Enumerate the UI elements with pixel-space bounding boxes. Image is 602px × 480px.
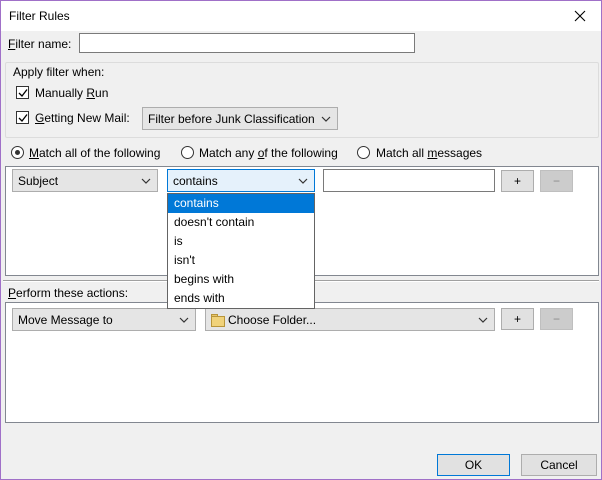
perform-actions-label: Perform these actions: bbox=[8, 286, 129, 300]
operator-option[interactable]: begins with bbox=[168, 270, 314, 289]
rule-field-value: Subject bbox=[18, 173, 59, 188]
filter-timing-value: Filter before Junk Classification bbox=[148, 111, 315, 126]
window-title: Filter Rules bbox=[9, 9, 70, 23]
folder-select[interactable]: Choose Folder... bbox=[205, 308, 495, 331]
match-any-label[interactable]: Match any of the following bbox=[199, 146, 338, 160]
operator-option[interactable]: isn't bbox=[168, 251, 314, 270]
remove-rule-button[interactable]: − bbox=[540, 170, 573, 192]
folder-select-value: Choose Folder... bbox=[228, 312, 317, 327]
checkmark-icon bbox=[18, 89, 28, 97]
getting-new-mail-label[interactable]: Getting New Mail: bbox=[35, 111, 130, 125]
action-type-select[interactable]: Move Message to bbox=[12, 308, 196, 331]
remove-action-button[interactable]: − bbox=[540, 308, 573, 330]
apply-filter-legend: Apply filter when: bbox=[13, 65, 105, 79]
filter-name-input[interactable] bbox=[79, 33, 415, 53]
manually-run-label[interactable]: Manually Run bbox=[35, 86, 108, 100]
add-action-button[interactable]: + bbox=[501, 308, 534, 330]
operator-dropdown-list: contains doesn't contain is isn't begins… bbox=[167, 193, 315, 309]
match-all-label[interactable]: Match all of the following bbox=[29, 146, 160, 160]
operator-option[interactable]: doesn't contain bbox=[168, 213, 314, 232]
operator-option[interactable]: ends with bbox=[168, 289, 314, 308]
operator-option[interactable]: contains bbox=[168, 194, 314, 213]
filter-rules-dialog: Filter Rules Filter name: Apply filter w… bbox=[0, 0, 602, 480]
chevron-down-icon bbox=[179, 317, 189, 323]
folder-icon bbox=[211, 314, 225, 327]
operator-option[interactable]: is bbox=[168, 232, 314, 251]
close-icon bbox=[574, 10, 586, 22]
rule-operator-select[interactable]: contains bbox=[167, 169, 315, 192]
ok-button[interactable]: OK bbox=[437, 454, 510, 476]
match-all-radio[interactable] bbox=[11, 146, 24, 159]
match-all-messages-label[interactable]: Match all messages bbox=[376, 146, 482, 160]
chevron-down-icon bbox=[478, 317, 488, 323]
action-type-value: Move Message to bbox=[18, 312, 113, 327]
add-rule-button[interactable]: + bbox=[501, 170, 534, 192]
chevron-down-icon bbox=[321, 116, 331, 122]
rule-value-input[interactable] bbox=[323, 169, 495, 192]
rule-operator-value: contains bbox=[173, 173, 218, 188]
checkmark-icon bbox=[18, 114, 28, 122]
manually-run-checkbox[interactable] bbox=[16, 86, 29, 99]
title-bar: Filter Rules bbox=[1, 1, 601, 31]
cancel-button[interactable]: Cancel bbox=[521, 454, 597, 476]
close-button[interactable] bbox=[565, 3, 595, 29]
chevron-down-icon bbox=[141, 178, 151, 184]
match-any-radio[interactable] bbox=[181, 146, 194, 159]
getting-new-mail-checkbox[interactable] bbox=[16, 111, 29, 124]
filter-name-label: Filter name: bbox=[8, 37, 72, 51]
rule-field-select[interactable]: Subject bbox=[12, 169, 158, 192]
chevron-down-icon bbox=[298, 178, 308, 184]
filter-timing-select[interactable]: Filter before Junk Classification bbox=[142, 107, 338, 130]
match-all-messages-radio[interactable] bbox=[357, 146, 370, 159]
